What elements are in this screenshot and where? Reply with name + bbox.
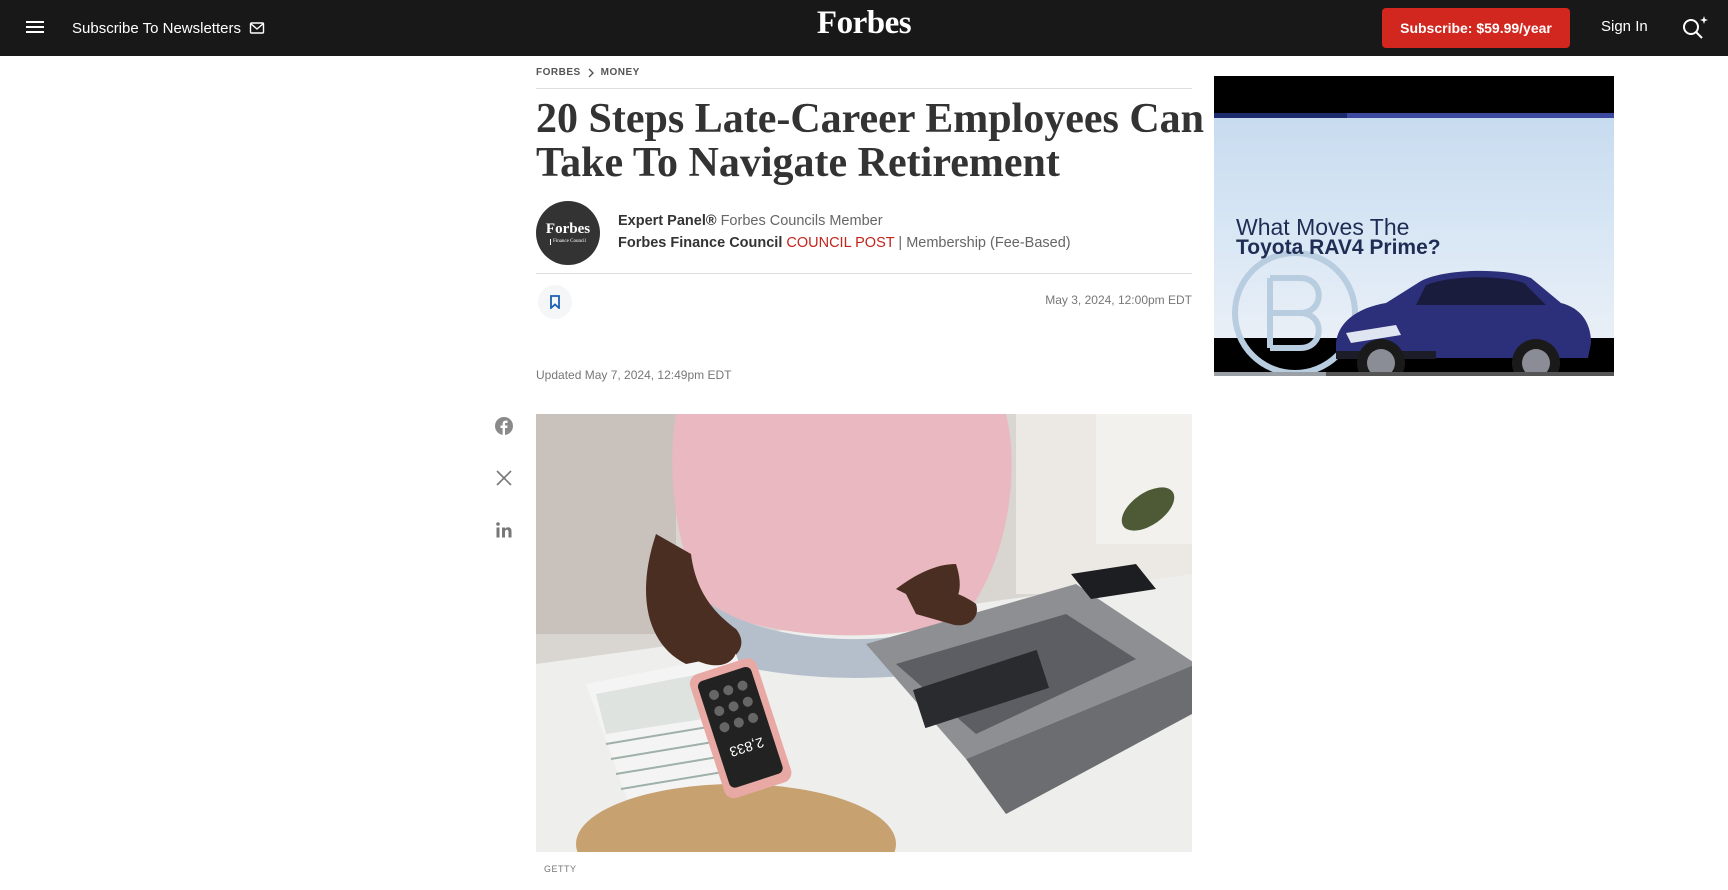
author-council-line: Forbes Finance Council COUNCIL POST | Me…	[618, 235, 1071, 251]
forbes-logo[interactable]: Forbes	[817, 5, 912, 41]
author-role: Forbes Councils Member	[720, 213, 883, 229]
x-icon	[496, 470, 512, 486]
avatar-logo: Forbes	[545, 220, 591, 237]
advertisement[interactable]: What Moves The Toyota RAV4 Prime?	[1214, 76, 1614, 376]
bookmark-icon	[550, 295, 560, 309]
suv-car-image	[1336, 270, 1591, 376]
breadcrumb: FORBES MONEY	[536, 67, 640, 78]
search-icon[interactable]	[1680, 13, 1710, 41]
article-headline: 20 Steps Late-Career Employees Can Take …	[536, 96, 1205, 186]
breadcrumb-money[interactable]: MONEY	[601, 67, 640, 78]
top-navigation-bar: Subscribe To Newsletters Forbes Subscrib…	[0, 0, 1728, 56]
ad-headline-line2: Toyota RAV4 Prime?	[1236, 236, 1441, 259]
publish-date: May 3, 2024, 12:00pm EDT	[1045, 293, 1192, 307]
author-byline: Expert Panel® Forbes Councils Member	[618, 213, 883, 229]
ad-progress-bar	[1214, 372, 1614, 376]
ad-progress-fill	[1214, 372, 1326, 376]
hamburger-menu-icon[interactable]	[26, 18, 46, 38]
separator: |	[898, 235, 903, 251]
ad-top-bar	[1214, 113, 1614, 118]
council-name[interactable]: Forbes Finance Council	[618, 235, 782, 251]
chevron-right-icon	[588, 68, 594, 77]
facebook-icon	[495, 417, 513, 435]
subscribe-newsletters-link[interactable]: Subscribe To Newsletters	[72, 18, 265, 38]
membership-label: Membership (Fee-Based)	[906, 235, 1071, 251]
subscribe-button[interactable]: Subscribe: $59.99/year	[1382, 8, 1570, 48]
author-name[interactable]: Expert Panel®	[618, 213, 717, 229]
council-post-label[interactable]: COUNCIL POST	[786, 235, 894, 251]
hero-image: 2,833	[536, 414, 1192, 852]
divider	[536, 88, 1192, 89]
avatar-subtitle: Finance Council	[550, 238, 586, 245]
updated-date: Updated May 7, 2024, 12:49pm EDT	[536, 368, 732, 382]
image-caption: GETTY	[544, 864, 577, 874]
newsletters-label: Subscribe To Newsletters	[72, 19, 241, 37]
bookmark-button[interactable]	[538, 285, 572, 319]
share-facebook-button[interactable]	[492, 414, 516, 438]
share-linkedin-button[interactable]	[492, 518, 516, 542]
envelope-icon	[249, 22, 265, 34]
linkedin-icon	[496, 522, 512, 538]
sign-in-link[interactable]: Sign In	[1601, 18, 1648, 35]
share-x-button[interactable]	[492, 466, 516, 490]
author-avatar[interactable]: Forbes Finance Council	[536, 201, 600, 265]
breadcrumb-forbes[interactable]: FORBES	[536, 67, 581, 78]
divider	[536, 273, 1192, 274]
